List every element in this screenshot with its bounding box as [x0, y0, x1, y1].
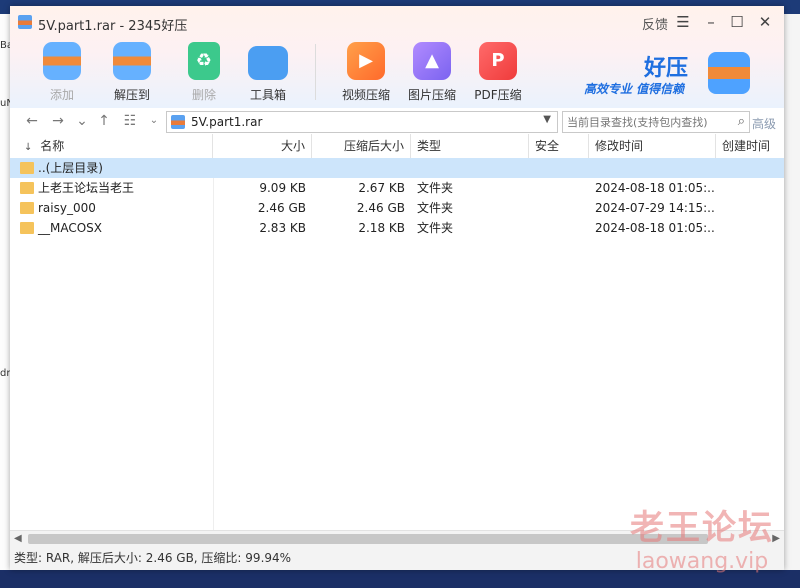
image-compress-label: 图片压缩: [407, 88, 456, 102]
add-box-icon: [43, 42, 81, 80]
video-compress-icon: ▶: [347, 42, 385, 80]
up-arrow-icon[interactable]: ↑: [94, 111, 114, 131]
archive-window: 5V.part1.rar - 2345好压 反馈 ☰ – ☐ ✕ 添加 解压到 …: [10, 6, 784, 570]
column-header-type[interactable]: 类型: [411, 134, 529, 158]
recycle-icon: ♻: [188, 42, 220, 80]
table-row[interactable]: 上老王论坛当老王 9.09 KB 2.67 KB 文件夹 2024-08-18 …: [10, 178, 784, 198]
toolbox-label: 工具箱: [249, 88, 286, 102]
cell-modified: 2024-08-18 01:05:...: [595, 181, 716, 195]
minimize-button[interactable]: –: [700, 12, 722, 32]
table-row[interactable]: raisy_000 2.46 GB 2.46 GB 文件夹 2024-07-29…: [10, 198, 784, 218]
window-header: 5V.part1.rar - 2345好压 反馈 ☰ – ☐ ✕ 添加 解压到 …: [10, 6, 784, 108]
column-header-security[interactable]: 安全: [529, 134, 589, 158]
pdf-compress-button[interactable]: P PDF压缩: [468, 42, 528, 103]
view-mode-chevron-icon[interactable]: ⌄: [144, 111, 164, 131]
cell-name: raisy_000: [38, 201, 96, 215]
sort-arrow-icon: ↓: [24, 142, 33, 153]
brand-logo: 好压 高效专业 值得信赖: [584, 48, 774, 98]
maximize-button[interactable]: ☐: [726, 12, 748, 32]
cell-type: 文件夹: [417, 181, 454, 195]
brand-slogan: 高效专业 值得信赖: [584, 82, 685, 96]
view-mode-icon[interactable]: ☷: [120, 111, 140, 131]
delete-button[interactable]: ♻ 删除: [174, 42, 234, 103]
column-header-created[interactable]: 创建时间: [716, 134, 784, 158]
image-compress-icon: ▲: [413, 42, 451, 80]
cell-packed: 2.18 KB: [358, 221, 405, 235]
path-text: 5V.part1.rar: [191, 115, 263, 129]
table-row[interactable]: ..(上层目录): [10, 158, 784, 178]
history-chevron-icon[interactable]: ⌄: [72, 111, 92, 131]
toolbox-button[interactable]: 工具箱: [238, 42, 298, 103]
extract-button[interactable]: 解压到: [102, 42, 162, 103]
app-icon: [18, 15, 32, 29]
pdf-compress-label: PDF压缩: [474, 88, 522, 102]
extract-box-icon: [113, 42, 151, 80]
cell-packed: 2.67 KB: [358, 181, 405, 195]
extract-label: 解压到: [113, 88, 150, 102]
cell-size: 2.83 KB: [259, 221, 306, 235]
cell-name: 上老王论坛当老王: [38, 181, 135, 195]
horizontal-scrollbar[interactable]: ◀ ▶: [10, 530, 784, 547]
video-compress-label: 视频压缩: [341, 88, 390, 102]
back-arrow-icon[interactable]: ←: [22, 111, 42, 131]
rar-file-icon: [171, 115, 185, 129]
cell-packed: 2.46 GB: [356, 201, 405, 215]
toolbar-separator: [315, 44, 316, 100]
search-input[interactable]: [563, 112, 729, 132]
scroll-right-icon[interactable]: ▶: [772, 531, 780, 547]
cell-name: ..(上层目录): [38, 161, 103, 175]
column-header-modified[interactable]: 修改时间: [589, 134, 716, 158]
video-compress-button[interactable]: ▶ 视频压缩: [336, 42, 396, 103]
title-bar[interactable]: 5V.part1.rar - 2345好压 反馈 ☰ – ☐ ✕: [10, 6, 784, 38]
close-button[interactable]: ✕: [754, 12, 776, 32]
add-button[interactable]: 添加: [32, 42, 92, 103]
brand-name: 好压: [644, 56, 689, 81]
cell-size: 9.09 KB: [259, 181, 306, 195]
toolbox-icon: [248, 46, 288, 80]
feedback-link[interactable]: 反馈: [642, 14, 668, 33]
cell-size: 2.46 GB: [257, 201, 306, 215]
cell-type: 文件夹: [417, 221, 454, 235]
delete-label: 删除: [191, 88, 216, 102]
scroll-left-icon[interactable]: ◀: [14, 531, 22, 547]
table-row[interactable]: __MACOSX 2.83 KB 2.18 KB 文件夹 2024-08-18 …: [10, 218, 784, 238]
desktop-bottom-strip: [0, 570, 800, 588]
forward-arrow-icon[interactable]: →: [48, 111, 68, 131]
cell-type: 文件夹: [417, 201, 454, 215]
search-box: ⌕: [562, 111, 750, 133]
cell-name: __MACOSX: [38, 221, 103, 235]
pdf-compress-icon: P: [479, 42, 517, 80]
status-bar: 类型: RAR, 解压后大小: 2.46 GB, 压缩比: 99.94%: [10, 546, 784, 570]
column-header-packed[interactable]: 压缩后大小: [312, 134, 411, 158]
archive-logo-icon: [708, 52, 750, 94]
window-title: 5V.part1.rar - 2345好压: [38, 19, 188, 34]
cell-modified: 2024-08-18 01:05:...: [595, 221, 716, 235]
advanced-search-link[interactable]: 高级: [752, 115, 776, 132]
path-dropdown-icon[interactable]: ▼: [543, 114, 551, 125]
cell-modified: 2024-07-29 14:15:...: [595, 201, 716, 215]
search-icon[interactable]: ⌕: [738, 114, 745, 129]
column-name-label: 名称: [40, 139, 65, 153]
list-header: ↓ 名称 大小 压缩后大小 类型 安全 修改时间 创建时间: [10, 134, 784, 159]
scrollbar-thumb[interactable]: [28, 534, 708, 544]
address-bar: ← → ⌄ ↑ ☷ ⌄ 5V.part1.rar ▼ ⌕ 高级: [10, 108, 784, 135]
image-compress-button[interactable]: ▲ 图片压缩: [402, 42, 462, 103]
file-list: ↓ 名称 大小 压缩后大小 类型 安全 修改时间 创建时间 ..(上层目录) 上…: [10, 134, 784, 530]
column-header-size[interactable]: 大小: [213, 134, 312, 158]
menu-icon[interactable]: ☰: [672, 12, 694, 32]
path-box[interactable]: 5V.part1.rar ▼: [166, 111, 558, 133]
column-header-name[interactable]: ↓ 名称: [10, 134, 213, 158]
add-label: 添加: [49, 88, 74, 102]
background-window-edge-right: [784, 14, 800, 570]
